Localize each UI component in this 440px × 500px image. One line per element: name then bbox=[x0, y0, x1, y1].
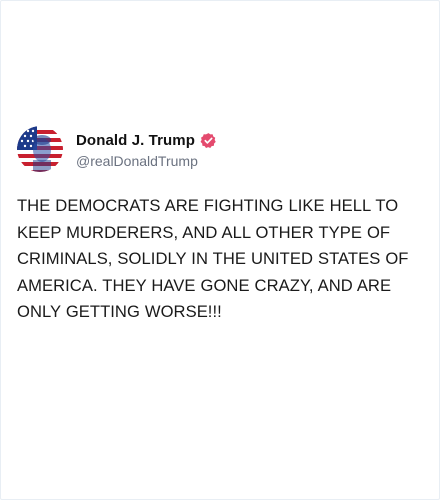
avatar[interactable] bbox=[17, 126, 63, 172]
display-name[interactable]: Donald J. Trump bbox=[76, 132, 195, 149]
post: Donald J. Trump @realDonaldTrump THE DEM… bbox=[17, 126, 427, 326]
post-header: Donald J. Trump @realDonaldTrump bbox=[17, 126, 427, 172]
author-names: Donald J. Trump @realDonaldTrump bbox=[76, 129, 217, 169]
verified-badge-icon bbox=[200, 132, 217, 149]
avatar-image bbox=[17, 126, 63, 172]
post-text: THE DEMOCRATS ARE FIGHTING LIKE HELL TO … bbox=[17, 196, 409, 321]
name-row: Donald J. Trump bbox=[76, 129, 217, 151]
author-handle[interactable]: @realDonaldTrump bbox=[76, 153, 217, 169]
